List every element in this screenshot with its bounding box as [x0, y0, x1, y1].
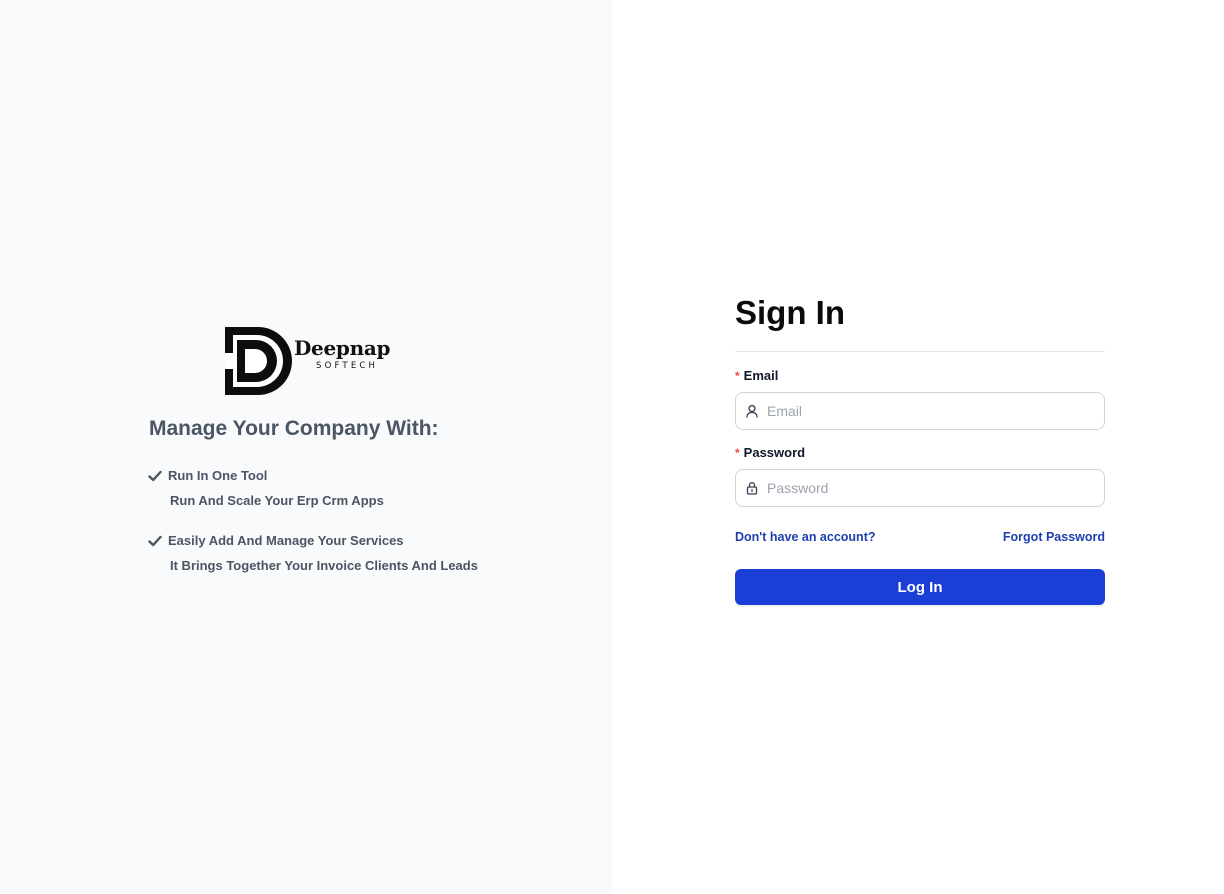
check-icon — [148, 470, 162, 481]
brand-logo: Deepnap SOFTECH — [224, 325, 394, 397]
tagline: Manage Your Company With: — [149, 417, 439, 440]
divider — [735, 351, 1105, 352]
password-input[interactable] — [767, 480, 1087, 496]
login-button[interactable]: Log In — [735, 569, 1105, 605]
email-field[interactable] — [735, 392, 1105, 430]
password-label-text: Password — [743, 445, 806, 460]
feature-title: Easily Add And Manage Your Services — [168, 533, 404, 548]
feature-item: Run In One Tool Run And Scale Your Erp C… — [148, 468, 384, 508]
feature-description: It Brings Together Your Invoice Clients … — [170, 558, 478, 573]
password-field[interactable] — [735, 469, 1105, 507]
feature-description: Run And Scale Your Erp Crm Apps — [170, 493, 384, 508]
feature-title: Run In One Tool — [168, 468, 268, 483]
logo-mark — [225, 327, 292, 395]
check-icon — [148, 535, 162, 546]
left-panel: Deepnap SOFTECH Manage Your Company With… — [0, 0, 612, 894]
lock-icon — [746, 482, 758, 495]
email-input[interactable] — [767, 403, 1087, 419]
page-title: Sign In — [735, 294, 845, 331]
password-label: * Password — [735, 445, 805, 460]
forgot-password-link[interactable]: Forgot Password — [1003, 530, 1105, 544]
email-label: * Email — [735, 368, 778, 383]
required-mark: * — [735, 369, 740, 383]
brand-subtitle: SOFTECH — [316, 361, 379, 371]
brand-name: Deepnap — [294, 336, 391, 360]
signup-link[interactable]: Don't have an account? — [735, 530, 876, 544]
email-label-text: Email — [743, 368, 779, 383]
required-mark: * — [735, 446, 740, 460]
user-icon — [746, 404, 758, 418]
feature-item: Easily Add And Manage Your Services It B… — [148, 533, 478, 573]
right-panel: Sign In *Email *Password Don't have an a… — [612, 0, 1224, 894]
